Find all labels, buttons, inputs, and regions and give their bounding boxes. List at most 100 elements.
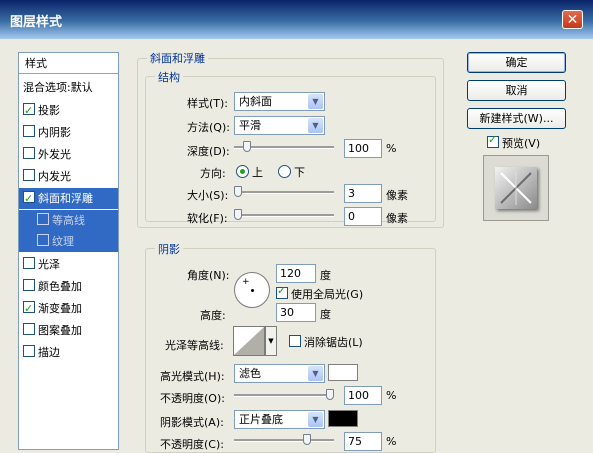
style-item-label: 光泽 (38, 258, 60, 271)
new-style-button[interactable]: 新建样式(W)... (467, 108, 566, 129)
shadow-mode-select[interactable]: 正片叠底 ▼ (234, 410, 325, 429)
style-item-label: 渐变叠加 (38, 302, 82, 315)
window-title: 图层样式 (10, 15, 63, 30)
close-icon: ✕ (566, 12, 579, 28)
contour-dropdown-arrow[interactable]: ▼ (265, 326, 277, 356)
inner-shadow-checkbox[interactable] (23, 125, 35, 137)
shadow-opacity-slider[interactable] (234, 433, 334, 447)
style-item-outer-glow[interactable]: 外发光 (19, 144, 118, 165)
size-input[interactable]: 3 (344, 184, 382, 203)
soften-input[interactable]: 0 (344, 207, 382, 226)
style-item-label: 内阴影 (38, 126, 71, 139)
size-slider[interactable] (234, 185, 334, 199)
title-bar: 图层样式 ✕ (0, 0, 593, 39)
style-item-label: 等高线 (52, 214, 85, 227)
gradient-overlay-checkbox[interactable] (23, 298, 35, 319)
anti-aliased-label: 消除锯齿(L) (304, 336, 363, 349)
technique-select[interactable]: 平滑 ▼ (234, 116, 325, 135)
contour-checkbox[interactable] (37, 213, 49, 225)
altitude-input[interactable]: 30 (276, 303, 316, 322)
global-light-checkbox[interactable] (276, 284, 288, 299)
style-item-color-overlay[interactable]: 颜色叠加 (19, 276, 118, 297)
preview-option[interactable]: 预览(V) (487, 133, 541, 151)
style-item-stroke[interactable]: 描边 (19, 342, 118, 363)
angle-input[interactable]: 120 (276, 264, 316, 283)
bevel-preview-icon (500, 171, 532, 205)
style-item-label: 描边 (38, 346, 60, 359)
chevron-down-icon: ▼ (268, 337, 274, 345)
direction-up-option[interactable]: 上 (236, 164, 263, 180)
highlight-opacity-slider[interactable] (234, 388, 334, 402)
bevel-emboss-checkbox[interactable] (23, 188, 35, 209)
chevron-down-icon: ▼ (308, 366, 323, 381)
chevron-down-icon: ▼ (308, 118, 323, 133)
depth-input[interactable]: 100 (344, 139, 382, 158)
angle-unit: 度 (320, 269, 331, 282)
preview-label: 预览(V) (502, 137, 541, 150)
highlight-mode-select[interactable]: 滤色 ▼ (234, 364, 325, 383)
style-item-label: 颜色叠加 (38, 280, 82, 293)
angle-dial[interactable]: + (234, 272, 270, 308)
preview-thumbnail (495, 167, 537, 209)
style-item-satin[interactable]: 光泽 (19, 254, 118, 275)
global-light-option[interactable]: 使用全局光(G) (276, 284, 363, 302)
highlight-mode-value: 滤色 (239, 367, 261, 380)
highlight-mode-label: 高光模式(H): (160, 370, 225, 383)
style-item-pattern-overlay[interactable]: 图案叠加 (19, 320, 118, 341)
dial-center (251, 289, 254, 292)
direction-up-label: 上 (252, 166, 263, 179)
texture-checkbox[interactable] (37, 234, 49, 246)
stroke-checkbox[interactable] (23, 345, 35, 357)
slider-thumb[interactable] (303, 434, 311, 445)
color-overlay-checkbox[interactable] (23, 279, 35, 291)
style-item-inner-shadow[interactable]: 内阴影 (19, 122, 118, 143)
size-unit: 像素 (386, 189, 408, 202)
style-item-texture[interactable]: 纹理 (19, 231, 118, 252)
direction-down-label: 下 (294, 166, 305, 179)
bevel-emboss-title: 斜面和浮雕 (147, 50, 208, 66)
crosshair-icon: + (242, 277, 250, 287)
drop-shadow-checkbox[interactable] (23, 100, 35, 121)
style-item-inner-glow[interactable]: 内发光 (19, 166, 118, 187)
blend-options-item[interactable]: 混合选项:默认 (19, 77, 118, 98)
style-item-label: 图案叠加 (38, 324, 82, 337)
bevel-style-select[interactable]: 内斜面 ▼ (234, 92, 325, 111)
anti-aliased-checkbox[interactable] (289, 335, 301, 347)
gloss-contour-picker[interactable] (233, 326, 265, 356)
direction-down-radio[interactable] (278, 165, 291, 178)
preview-checkbox[interactable] (487, 133, 499, 148)
style-item-drop-shadow[interactable]: 投影 (19, 100, 118, 121)
altitude-unit: 度 (320, 308, 331, 321)
depth-unit: % (386, 142, 397, 155)
direction-down-option[interactable]: 下 (278, 164, 305, 180)
soften-slider[interactable] (234, 208, 334, 222)
direction-up-radio[interactable] (236, 165, 249, 178)
cancel-button[interactable]: 取消 (467, 80, 566, 101)
shadow-color-swatch[interactable] (328, 410, 358, 427)
style-list: 样式 混合选项:默认 投影 内阴影 外发光 内发光 斜面和浮雕 等高线 纹理 光… (18, 52, 119, 450)
highlight-color-swatch[interactable] (328, 364, 358, 381)
slider-track (234, 191, 334, 194)
slider-track (234, 439, 334, 442)
shadow-opacity-input[interactable]: 75 (344, 432, 382, 451)
slider-thumb[interactable] (234, 209, 242, 220)
style-item-bevel-emboss[interactable]: 斜面和浮雕 (19, 188, 118, 209)
close-button[interactable]: ✕ (562, 10, 583, 29)
style-item-gradient-overlay[interactable]: 渐变叠加 (19, 298, 118, 319)
style-item-label: 内发光 (38, 170, 71, 183)
satin-checkbox[interactable] (23, 257, 35, 269)
pattern-overlay-checkbox[interactable] (23, 323, 35, 335)
inner-glow-checkbox[interactable] (23, 169, 35, 181)
slider-thumb[interactable] (243, 141, 251, 152)
style-list-header[interactable]: 样式 (19, 53, 118, 74)
outer-glow-checkbox[interactable] (23, 147, 35, 159)
ok-button[interactable]: 确定 (467, 52, 566, 73)
slider-thumb[interactable] (326, 389, 334, 400)
style-item-contour[interactable]: 等高线 (19, 210, 118, 231)
slider-thumb[interactable] (234, 186, 242, 197)
slider-track (234, 214, 334, 217)
anti-aliased-option[interactable]: 消除锯齿(L) (289, 334, 363, 350)
style-label: 样式(T): (187, 97, 229, 110)
highlight-opacity-input[interactable]: 100 (344, 386, 382, 405)
depth-slider[interactable] (234, 140, 334, 154)
